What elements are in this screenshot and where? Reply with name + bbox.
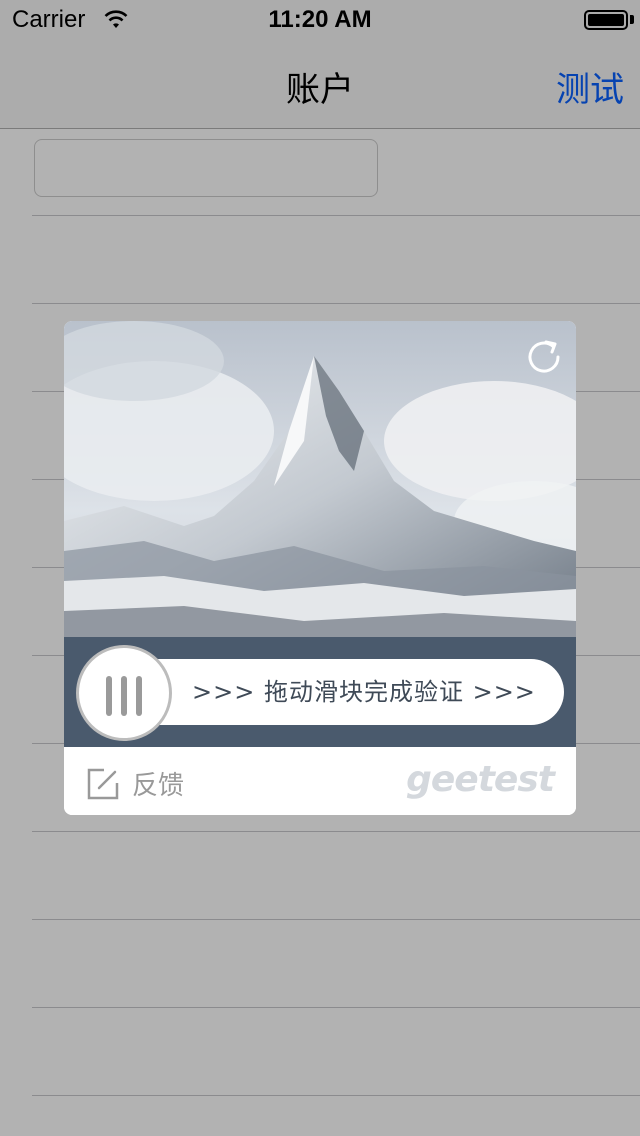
slider-grip-icon (136, 676, 142, 716)
slider-hint: >>> 拖动滑块完成验证 >>> (192, 678, 536, 706)
captcha-dialog: >>> 拖动滑块完成验证 >>> 反馈 geetest (64, 321, 576, 815)
slider-track[interactable]: >>> 拖动滑块完成验证 >>> (112, 659, 564, 725)
geetest-logo: geetest (406, 759, 555, 800)
slider-area: >>> 拖动滑块完成验证 >>> (64, 637, 576, 747)
captcha-image (64, 321, 576, 637)
captcha-footer: 反馈 geetest (64, 747, 576, 815)
slider-knob[interactable] (76, 645, 172, 741)
slider-grip-icon (121, 676, 127, 716)
refresh-icon[interactable] (522, 335, 566, 379)
slider-grip-icon (106, 676, 112, 716)
edit-icon[interactable] (86, 767, 120, 801)
feedback-link[interactable]: 反馈 (132, 765, 184, 802)
